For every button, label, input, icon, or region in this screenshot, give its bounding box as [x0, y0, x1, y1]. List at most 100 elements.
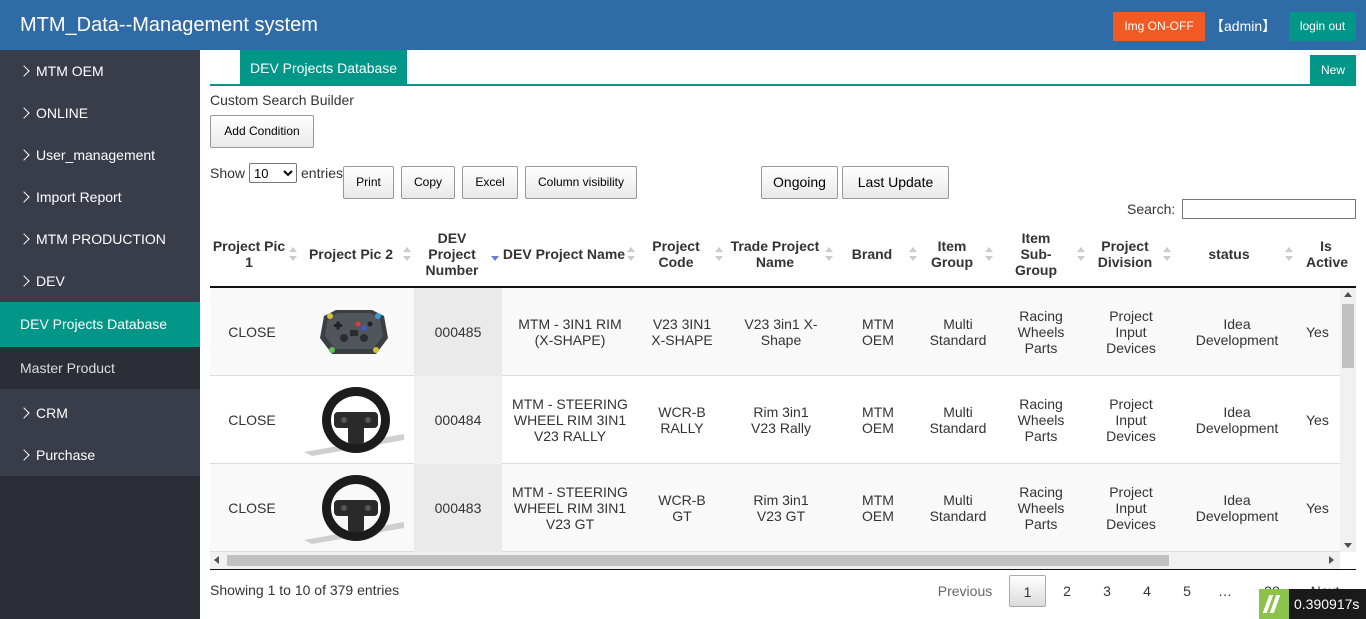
- scroll-right-icon[interactable]: [1329, 556, 1334, 564]
- column-visibility-button[interactable]: Column visibility: [525, 166, 637, 199]
- column-header-label: DEV Project Number: [425, 230, 479, 278]
- column-header-brand[interactable]: Brand: [836, 222, 920, 286]
- cell-brand: MTM OEM: [862, 316, 894, 348]
- table-info: Showing 1 to 10 of 379 entries: [210, 582, 400, 598]
- scroll-thumb[interactable]: [227, 555, 1169, 566]
- sidebar-item-mtm-oem[interactable]: MTM OEM: [0, 50, 200, 92]
- cell-item-group: Multi Standard: [929, 316, 987, 348]
- column-header-dev-project-name[interactable]: DEV Project Name: [502, 222, 638, 286]
- cell-name: MTM - STEERING WHEEL RIM 3IN1 V23 RALLY: [512, 396, 628, 444]
- cell-number: 000485: [414, 288, 502, 376]
- entries-label: entries: [301, 165, 344, 181]
- sidebar-item-label: DEV Projects Database: [20, 316, 168, 332]
- column-header-label: Project Pic 2: [308, 246, 394, 262]
- sidebar-item-purchase[interactable]: Purchase: [0, 434, 200, 476]
- last-update-button[interactable]: Last Update: [842, 166, 949, 199]
- sidebar-item-crm[interactable]: CRM: [0, 392, 200, 434]
- tab-dev-projects-database[interactable]: DEV Projects Database: [240, 50, 408, 84]
- pagination-page-1[interactable]: 1: [1009, 575, 1046, 607]
- cell-division: Project Input Devices: [1106, 396, 1156, 444]
- chevron-right-icon: [18, 449, 30, 461]
- pagination-page-4[interactable]: 4: [1130, 575, 1164, 607]
- copy-button[interactable]: Copy: [401, 166, 455, 199]
- column-header-project-pic-2[interactable]: Project Pic 2: [300, 222, 414, 286]
- column-header-trade-project-name[interactable]: Trade Project Name: [726, 222, 836, 286]
- steering-wheel-image[interactable]: [304, 382, 404, 458]
- cell-pic1[interactable]: CLOSE: [210, 288, 294, 376]
- sort-icon: [1285, 247, 1293, 261]
- column-header-project-division[interactable]: Project Division: [1088, 222, 1174, 286]
- cell-trade-name: Rim 3in1 V23 Rally: [751, 404, 811, 436]
- scroll-thumb[interactable]: [1342, 304, 1354, 368]
- column-header-project-pic-1[interactable]: Project Pic 1: [210, 222, 300, 286]
- new-button[interactable]: New: [1310, 55, 1356, 85]
- pagination-page-2[interactable]: 2: [1050, 575, 1084, 607]
- current-user-label: 【admin】: [1210, 18, 1277, 34]
- top-header: MTM_Data--Management system Img ON-OFF 【…: [0, 0, 1366, 50]
- table-footer-divider: [210, 569, 1356, 570]
- ongoing-button[interactable]: Ongoing: [761, 166, 838, 199]
- cell-item-group: Multi Standard: [929, 492, 987, 524]
- print-button[interactable]: Print: [343, 166, 394, 199]
- performance-badge: 0.390917s: [1259, 589, 1366, 619]
- table-row[interactable]: CLOSE 000484 MTM - STEERING WHEEL RIM 3I…: [210, 376, 1340, 464]
- logout-button[interactable]: login out: [1289, 12, 1356, 41]
- chevron-right-icon: [18, 191, 30, 203]
- sort-icon: [909, 247, 917, 261]
- pagination-previous[interactable]: Previous: [930, 575, 1000, 607]
- column-header-label: Project Division: [1097, 238, 1153, 270]
- sort-icon: [1077, 247, 1085, 261]
- column-header-item-sub-group[interactable]: Item Sub-Group: [996, 222, 1088, 286]
- cell-pic1[interactable]: CLOSE: [210, 376, 294, 464]
- sidebar-item-master-product[interactable]: Master Product: [0, 347, 200, 389]
- vertical-scrollbar[interactable]: [1340, 288, 1356, 552]
- scroll-down-icon[interactable]: [1344, 543, 1352, 548]
- scroll-left-icon[interactable]: [214, 556, 219, 564]
- sort-icon: [1163, 247, 1171, 261]
- show-label: Show: [210, 165, 246, 181]
- cell-sub-group: Racing Wheels Parts: [1017, 484, 1065, 532]
- cell-name: MTM - 3IN1 RIM (X-SHAPE): [518, 316, 622, 348]
- chevron-right-icon: [18, 107, 30, 119]
- cell-active: Yes: [1306, 412, 1329, 428]
- button-box-image[interactable]: [304, 294, 404, 370]
- excel-button[interactable]: Excel: [462, 166, 518, 199]
- sidebar-item-mtm-production[interactable]: MTM PRODUCTION: [0, 218, 200, 260]
- sidebar-item-import-report[interactable]: Import Report: [0, 176, 200, 218]
- sidebar-item-user-management[interactable]: User_management: [0, 134, 200, 176]
- column-header-label: status: [1208, 246, 1250, 262]
- search-input[interactable]: [1182, 199, 1356, 219]
- column-header-status[interactable]: status: [1174, 222, 1296, 286]
- app-title: MTM_Data--Management system: [20, 14, 318, 36]
- table-row[interactable]: CLOSE 000483 MTM - STEERING WHEEL RIM 3I…: [210, 464, 1340, 552]
- column-header-dev-project-number[interactable]: DEV Project Number: [414, 222, 502, 286]
- pagination-page-5[interactable]: 5: [1170, 575, 1204, 607]
- horizontal-scrollbar[interactable]: [210, 552, 1340, 569]
- img-toggle-button[interactable]: Img ON-OFF: [1113, 12, 1205, 41]
- table-row[interactable]: CLOSE 000485 MTM - 3IN1 RIM (X-SHAPE) V2…: [210, 288, 1340, 376]
- sidebar-item-dev-projects-database[interactable]: DEV Projects Database: [0, 302, 200, 347]
- column-header-item-group[interactable]: Item Group: [920, 222, 996, 286]
- column-header-project-code[interactable]: Project Code: [638, 222, 726, 286]
- cell-trade-name: V23 3in1 X-Shape: [744, 316, 818, 348]
- sidebar-item-dev[interactable]: DEV: [0, 260, 200, 302]
- chevron-right-icon: [18, 233, 30, 245]
- cell-status: Idea Development: [1195, 492, 1279, 524]
- steering-wheel-image[interactable]: [304, 470, 404, 546]
- cell-pic1[interactable]: CLOSE: [210, 464, 294, 552]
- cell-pic2: [294, 288, 414, 376]
- scroll-up-icon[interactable]: [1344, 292, 1352, 297]
- sidebar-item-label: MTM PRODUCTION: [36, 231, 166, 247]
- search-label: Search:: [1127, 201, 1176, 217]
- page-length-select[interactable]: 10: [249, 163, 297, 183]
- column-header-label: Trade Project Name: [730, 238, 820, 270]
- search-builder-title: Custom Search Builder: [210, 92, 354, 108]
- pagination-page-3[interactable]: 3: [1090, 575, 1124, 607]
- add-condition-button[interactable]: Add Condition: [210, 115, 314, 148]
- cell-name: MTM - STEERING WHEEL RIM 3IN1 V23 GT: [512, 484, 628, 532]
- sidebar-item-label: User_management: [36, 147, 156, 163]
- column-header-is-active[interactable]: Is Active: [1296, 222, 1356, 286]
- sidebar-item-online[interactable]: ONLINE: [0, 92, 200, 134]
- cell-brand: MTM OEM: [862, 404, 894, 436]
- cell-code: WCR-B GT: [658, 492, 706, 524]
